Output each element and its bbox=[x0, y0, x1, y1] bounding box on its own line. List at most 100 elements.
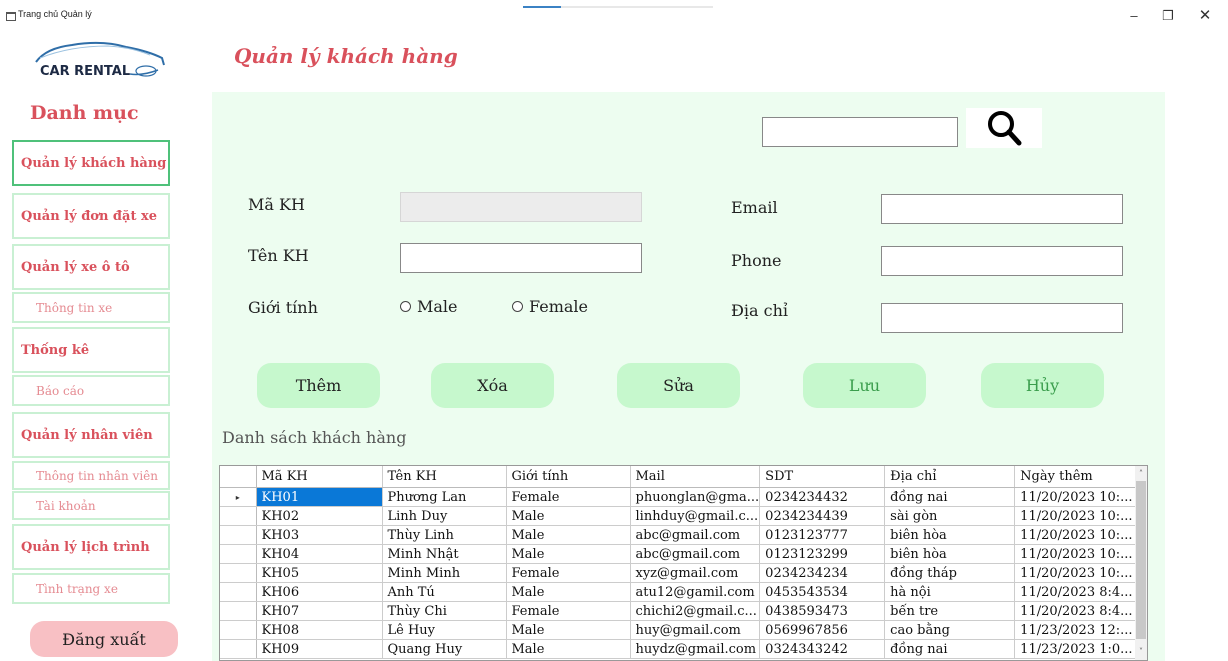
row-header[interactable] bbox=[220, 582, 257, 602]
table-cell[interactable]: KH08 bbox=[256, 620, 383, 640]
search-button[interactable] bbox=[966, 108, 1042, 148]
close-button[interactable]: ✕ bbox=[1195, 8, 1215, 24]
table-row[interactable]: ▸ KH01 Phương Lan Female phuonglan@gma... 023… bbox=[220, 487, 1142, 507]
column-header[interactable]: Tên KH bbox=[382, 466, 507, 488]
table-cell[interactable]: Male bbox=[506, 544, 631, 564]
delete-button[interactable]: Xóa bbox=[431, 363, 554, 408]
row-header[interactable] bbox=[220, 620, 257, 640]
nav-car-info[interactable]: Thông tin xe bbox=[12, 292, 170, 323]
table-row[interactable]: KH05 Minh Minh Female xyz@gmail.com 02342342… bbox=[220, 563, 1142, 583]
table-cell[interactable]: Male bbox=[506, 525, 631, 545]
table-cell[interactable]: Female bbox=[506, 563, 631, 583]
save-button[interactable]: Lưu bbox=[803, 363, 926, 408]
row-header[interactable] bbox=[220, 544, 257, 564]
table-cell[interactable]: 0438593473 bbox=[759, 601, 886, 621]
table-cell[interactable]: Male bbox=[506, 506, 631, 526]
table-cell[interactable]: KH09 bbox=[256, 639, 383, 659]
nav-customer-management[interactable]: Quản lý khách hàng bbox=[12, 140, 170, 186]
table-cell[interactable]: chichi2@gmail.c... bbox=[630, 601, 761, 621]
table-cell[interactable]: Female bbox=[506, 487, 631, 507]
table-cell[interactable]: KH03 bbox=[256, 525, 383, 545]
column-header[interactable]: Giới tính bbox=[506, 466, 631, 488]
table-cell[interactable]: huydz@gmail.com bbox=[630, 639, 761, 659]
minimize-button[interactable]: – bbox=[1124, 8, 1144, 24]
table-cell[interactable]: Female bbox=[506, 601, 631, 621]
table-cell[interactable]: Male bbox=[506, 639, 631, 659]
table-cell[interactable]: hà nội bbox=[884, 582, 1016, 602]
table-row[interactable]: KH06 Anh Tú Male atu12@gamil.com 0453543534 h… bbox=[220, 582, 1142, 602]
table-cell[interactable]: Thùy Chi bbox=[382, 601, 507, 621]
column-header[interactable]: Ngày thêm bbox=[1014, 466, 1142, 488]
column-header[interactable]: Mail bbox=[630, 466, 761, 488]
table-row[interactable]: KH04 Minh Nhật Male abc@gmail.com 0123123299… bbox=[220, 544, 1142, 564]
scroll-up-icon[interactable]: ˄ bbox=[1135, 468, 1147, 480]
row-header[interactable] bbox=[220, 506, 257, 526]
table-cell[interactable]: Anh Tú bbox=[382, 582, 507, 602]
table-cell[interactable]: đồng nai bbox=[884, 639, 1016, 659]
add-button[interactable]: Thêm bbox=[257, 363, 380, 408]
nav-account[interactable]: Tài khoản bbox=[12, 491, 170, 520]
table-cell[interactable]: KH07 bbox=[256, 601, 383, 621]
table-cell[interactable]: 11/20/2023 10:... bbox=[1014, 506, 1142, 526]
table-cell[interactable]: đồng tháp bbox=[884, 563, 1016, 583]
table-row[interactable]: KH07 Thùy Chi Female chichi2@gmail.c... 0438… bbox=[220, 601, 1142, 621]
nav-schedule-management[interactable]: Quản lý lịch trình bbox=[12, 524, 170, 570]
table-cell[interactable]: đồng nai bbox=[884, 487, 1016, 507]
table-cell[interactable]: Male bbox=[506, 620, 631, 640]
table-cell[interactable]: 0324343242 bbox=[759, 639, 886, 659]
table-cell[interactable]: 11/23/2023 1:0... bbox=[1014, 639, 1142, 659]
table-cell[interactable]: cao bằng bbox=[884, 620, 1016, 640]
table-cell[interactable]: Minh Nhật bbox=[382, 544, 507, 564]
table-cell[interactable]: KH02 bbox=[256, 506, 383, 526]
table-cell[interactable]: phuonglan@gma... bbox=[630, 487, 761, 507]
table-row[interactable]: KH02 Linh Duy Male linhduy@gmail.c... 023423… bbox=[220, 506, 1142, 526]
gender-female-radio[interactable]: Female bbox=[512, 297, 588, 316]
customer-table[interactable]: Mã KH Tên KH Giới tính Mail SDT Địa chỉ … bbox=[219, 465, 1148, 661]
nav-car-management[interactable]: Quản lý xe ô tô bbox=[12, 244, 170, 290]
nav-employee-management[interactable]: Quản lý nhân viên bbox=[12, 412, 170, 458]
column-header[interactable]: Mã KH bbox=[256, 466, 383, 488]
email-field[interactable] bbox=[881, 194, 1123, 224]
table-cell[interactable]: KH05 bbox=[256, 563, 383, 583]
table-cell[interactable]: linhduy@gmail.c... bbox=[630, 506, 761, 526]
table-cell[interactable]: 11/20/2023 10:... bbox=[1014, 563, 1142, 583]
table-cell[interactable]: atu12@gamil.com bbox=[630, 582, 761, 602]
table-cell[interactable]: 0569967856 bbox=[759, 620, 886, 640]
table-cell[interactable]: abc@gmail.com bbox=[630, 544, 761, 564]
nav-car-status[interactable]: Tình trạng xe bbox=[12, 573, 170, 604]
table-cell[interactable]: biên hòa bbox=[884, 525, 1016, 545]
table-cell[interactable]: 11/20/2023 8:4... bbox=[1014, 601, 1142, 621]
row-header[interactable] bbox=[220, 639, 257, 659]
table-cell[interactable]: xyz@gmail.com bbox=[630, 563, 761, 583]
nav-booking-management[interactable]: Quản lý đơn đặt xe bbox=[12, 193, 170, 239]
table-row[interactable]: KH08 Lê Huy Male huy@gmail.com 0569967856 cao… bbox=[220, 620, 1142, 640]
current-row-arrow-icon[interactable]: ▸ bbox=[220, 487, 257, 507]
table-cell[interactable]: 0234234439 bbox=[759, 506, 886, 526]
customer-name-field[interactable] bbox=[400, 243, 642, 273]
table-cell[interactable]: Quang Huy bbox=[382, 639, 507, 659]
gender-male-radio[interactable]: Male bbox=[400, 297, 458, 316]
table-cell[interactable]: 11/20/2023 10:... bbox=[1014, 544, 1142, 564]
table-cell[interactable]: biên hòa bbox=[884, 544, 1016, 564]
row-header[interactable] bbox=[220, 563, 257, 583]
table-cell[interactable]: 11/23/2023 12:... bbox=[1014, 620, 1142, 640]
table-cell[interactable]: 0234234432 bbox=[759, 487, 886, 507]
table-cell[interactable]: KH01 bbox=[256, 487, 383, 507]
search-input[interactable] bbox=[762, 117, 958, 147]
table-cell[interactable]: Minh Minh bbox=[382, 563, 507, 583]
column-header[interactable]: Địa chỉ bbox=[884, 466, 1016, 488]
row-header[interactable] bbox=[220, 601, 257, 621]
table-cell[interactable]: sài gòn bbox=[884, 506, 1016, 526]
table-cell[interactable]: 0234234234 bbox=[759, 563, 886, 583]
logout-button[interactable]: Đăng xuất bbox=[30, 621, 178, 657]
table-cell[interactable]: Lê Huy bbox=[382, 620, 507, 640]
table-cell[interactable]: Thùy Linh bbox=[382, 525, 507, 545]
table-cell[interactable]: bến tre bbox=[884, 601, 1016, 621]
table-cell[interactable]: Linh Duy bbox=[382, 506, 507, 526]
table-cell[interactable]: 11/20/2023 8:4... bbox=[1014, 582, 1142, 602]
table-cell[interactable]: abc@gmail.com bbox=[630, 525, 761, 545]
table-cell[interactable]: KH04 bbox=[256, 544, 383, 564]
column-header[interactable]: SDT bbox=[759, 466, 886, 488]
table-cell[interactable]: 0123123777 bbox=[759, 525, 886, 545]
nav-statistics[interactable]: Thống kê bbox=[12, 327, 170, 373]
